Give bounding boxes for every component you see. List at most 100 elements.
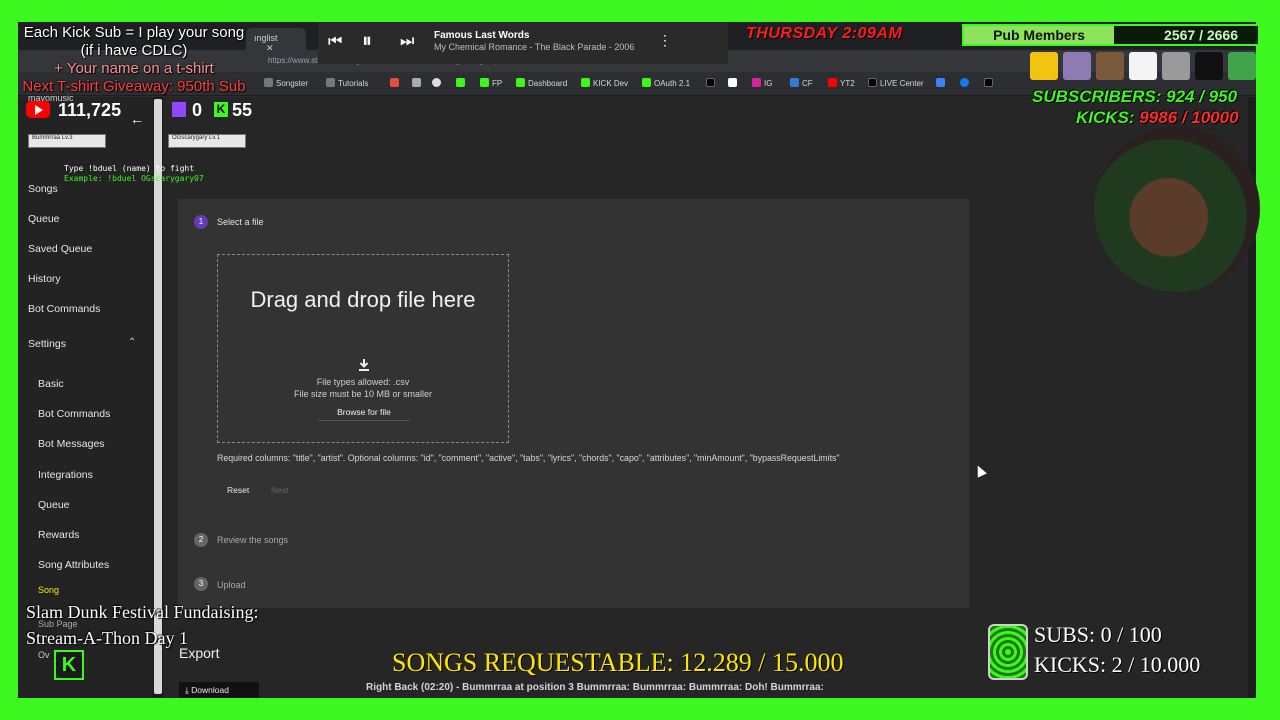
- settings-basic[interactable]: Basic: [38, 378, 64, 390]
- reset-button[interactable]: Reset: [227, 485, 249, 495]
- app-icon: [936, 78, 945, 87]
- kick-icon: [516, 78, 525, 87]
- tshirt-row: [1030, 52, 1260, 82]
- bookmark-fp[interactable]: FP: [480, 78, 502, 88]
- next-track-icon[interactable]: ⏭: [400, 33, 414, 51]
- settings-song-attributes[interactable]: Song Attributes: [38, 559, 109, 571]
- back-arrow-icon[interactable]: ←: [130, 111, 144, 127]
- browser-window: ınglist ✕ https://www.streamersonglist.c…: [18, 22, 1256, 698]
- twitch-icon: [172, 102, 186, 117]
- bookmark-icon-4[interactable]: [936, 78, 948, 88]
- youtube-icon: [828, 78, 837, 87]
- download-button[interactable]: ⤓ Download: [179, 682, 259, 698]
- step-label-select-file: Select a file: [217, 217, 264, 227]
- browse-file-button[interactable]: Browse for file: [318, 403, 410, 421]
- fundraising-text: Slam Dunk Festival Fundaising: Stream-A-…: [26, 599, 259, 651]
- file-types-text: File types allowed: .csv: [316, 377, 410, 387]
- tshirt-icon: [1063, 52, 1091, 80]
- settings-song[interactable]: Song: [38, 585, 59, 595]
- youtube-icon: [26, 101, 50, 118]
- kicks-value: 9986 / 10000: [1139, 108, 1239, 127]
- next-button[interactable]: Next: [271, 485, 288, 495]
- sidebar-item-history[interactable]: History: [28, 273, 61, 285]
- sidebar-item-songs[interactable]: Songs: [28, 183, 58, 195]
- chevron-up-icon[interactable]: ⌃: [128, 337, 136, 348]
- settings-queue[interactable]: Queue: [38, 499, 70, 511]
- sidebar-item-queue[interactable]: Queue: [28, 213, 60, 225]
- bookmark-songster[interactable]: Songster: [264, 78, 308, 88]
- pause-icon[interactable]: ⏸: [362, 30, 372, 53]
- tshirt-icon: [1129, 52, 1157, 80]
- bookmark-dashboard[interactable]: Dashboard: [516, 78, 567, 88]
- bookmark-ig[interactable]: IG: [752, 78, 772, 88]
- duel-widget: Bummrraa Lv.3 OGscarygary Lv.1 Type !bdu…: [28, 134, 248, 184]
- sidebar-item-saved-queue[interactable]: Saved Queue: [28, 243, 92, 255]
- kick-logo-icon: K: [54, 650, 84, 680]
- sidebar-item-bot-commands[interactable]: Bot Commands: [28, 303, 100, 315]
- kick-icon: [480, 78, 489, 87]
- folder-icon: [326, 78, 335, 87]
- duel-player-left: Bummrraa Lv.3: [28, 134, 106, 148]
- tab-songlist[interactable]: ınglist ✕: [246, 28, 306, 53]
- fundraising-line-1: Slam Dunk Festival Fundaising:: [26, 602, 259, 622]
- tshirt-icon: [1162, 52, 1190, 80]
- bookmark-icon-3[interactable]: [432, 78, 444, 88]
- bookmark-tiktok[interactable]: [706, 78, 718, 88]
- app-icon: [790, 78, 799, 87]
- duel-instructions: Type !bduel (name) to fight: [64, 164, 195, 173]
- step-number-2: 2: [194, 533, 208, 547]
- bookmark-oauth[interactable]: OAuth 2.1: [642, 78, 690, 88]
- kicks-goal: KICKS: 9986 / 10000: [1076, 108, 1239, 128]
- tshirt-icon: [1195, 52, 1223, 80]
- tiktok-icon: [868, 78, 877, 87]
- kick-icon: [581, 78, 590, 87]
- settings-overlay[interactable]: Ov: [38, 650, 50, 660]
- tip-jar-icon: [988, 624, 1028, 680]
- previous-track-icon[interactable]: ⏮: [328, 33, 342, 51]
- bookmark-tutorials[interactable]: Tutorials: [326, 78, 368, 88]
- bookmark-kick-dev[interactable]: KICK Dev: [581, 78, 628, 88]
- twitch-count: 0: [192, 100, 203, 120]
- file-size-text: File size must be 10 MB or smaller: [293, 389, 433, 399]
- facebook-icon: [960, 78, 969, 87]
- download-icon: [359, 359, 369, 371]
- kick-count: 55: [232, 100, 253, 120]
- bookmark-icon-1[interactable]: [390, 78, 402, 88]
- tshirt-icon: [1030, 52, 1058, 80]
- pub-members-count: 2567 / 2666: [1164, 27, 1238, 43]
- bookmark-kick[interactable]: [456, 78, 468, 88]
- pub-members-label: Pub Members: [964, 26, 1114, 44]
- kick-icon: K: [214, 102, 228, 117]
- subs-goal: SUBS: 0 / 100: [1034, 622, 1162, 647]
- app-icon: [412, 78, 421, 87]
- tab-label: ınglist: [254, 33, 278, 43]
- more-options-icon[interactable]: ⋮: [658, 32, 672, 49]
- tshirt-icon: [1228, 52, 1256, 80]
- download-label: Download: [191, 685, 229, 695]
- settings-integrations[interactable]: Integrations: [38, 469, 93, 481]
- promo-text: Each Kick Sub = I play your song (if i h…: [14, 24, 254, 96]
- folder-icon: [264, 78, 273, 87]
- bookmark-cf[interactable]: CF: [790, 78, 813, 88]
- duel-player-right: OGscarygary Lv.1: [168, 134, 246, 148]
- kick-icon: [456, 78, 465, 87]
- bookmark-yt2[interactable]: YT2: [828, 78, 855, 88]
- webcam-feed: [1094, 126, 1260, 292]
- bookmark-p[interactable]: [728, 78, 740, 88]
- file-dropzone[interactable]: Drag and drop file here File types allow…: [217, 254, 509, 443]
- tiktok-icon: [706, 78, 715, 87]
- settings-rewards[interactable]: Rewards: [38, 529, 79, 541]
- sidebar-item-settings[interactable]: Settings: [28, 338, 66, 350]
- settings-bot-commands[interactable]: Bot Commands: [38, 408, 110, 420]
- bookmark-icon-2[interactable]: [412, 78, 424, 88]
- app-icon: [390, 78, 399, 87]
- bookmark-facebook[interactable]: [960, 78, 972, 88]
- now-playing-title: Famous Last Words: [434, 30, 530, 41]
- fundraising-line-2: Stream-A-Thon Day 1: [26, 628, 188, 648]
- settings-bot-messages[interactable]: Bot Messages: [38, 438, 105, 450]
- youtube-count: 111,725: [58, 100, 122, 120]
- subscribers-goal: SUBSCRIBERS: 924 / 950: [1032, 87, 1238, 106]
- bookmark-x[interactable]: [984, 78, 996, 88]
- instagram-icon: [752, 78, 761, 87]
- bookmark-live-center[interactable]: LIVE Center: [868, 78, 924, 88]
